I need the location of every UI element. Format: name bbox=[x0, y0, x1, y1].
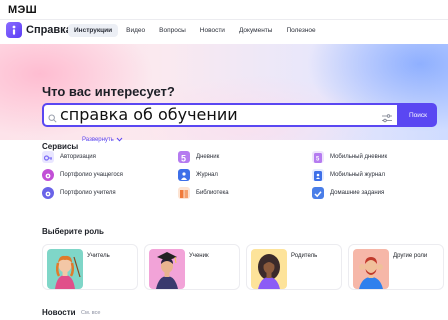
service-homework[interactable]: Домашние задания bbox=[312, 187, 384, 199]
role-label: Родитель bbox=[291, 253, 318, 259]
expand-services-link[interactable]: Развернуть bbox=[82, 137, 123, 143]
homework-icon bbox=[312, 187, 324, 199]
news-title: Новости bbox=[42, 308, 76, 317]
diary-5-icon: 5 bbox=[178, 151, 190, 164]
service-teacher-portfolio[interactable]: Портфолио учителя bbox=[42, 187, 116, 199]
roles-title: Выберите роль bbox=[42, 227, 104, 236]
brand-logo-text[interactable]: МЭШ bbox=[8, 4, 37, 16]
search-icon bbox=[48, 110, 57, 128]
search-input[interactable] bbox=[60, 105, 360, 125]
service-diary[interactable]: 5 Дневник bbox=[178, 151, 220, 164]
service-authorization[interactable]: Авторизация bbox=[42, 151, 96, 163]
service-label: Авторизация bbox=[60, 154, 96, 160]
service-label: Мобильный журнал bbox=[330, 172, 385, 178]
service-label: Мобильный дневник bbox=[330, 154, 388, 160]
library-icon bbox=[178, 187, 190, 199]
mobile-journal-icon bbox=[312, 169, 324, 181]
role-label: Другие роли bbox=[393, 253, 428, 259]
role-card-parent[interactable]: Родитель bbox=[246, 244, 342, 290]
journal-icon bbox=[178, 169, 190, 181]
other-roles-illustration bbox=[353, 249, 389, 289]
service-library[interactable]: Библиотека bbox=[178, 187, 229, 199]
header-nav-bar: Справка Инструкции Видео Вопросы Новости… bbox=[0, 20, 448, 44]
parent-illustration bbox=[251, 249, 287, 289]
search-button[interactable]: Поиск bbox=[399, 103, 437, 127]
news-see-all-link[interactable]: См. все bbox=[81, 310, 100, 316]
service-mobile-diary[interactable]: 5 Мобильный дневник bbox=[312, 151, 387, 163]
expand-label: Развернуть bbox=[82, 137, 114, 144]
search-box bbox=[42, 103, 399, 127]
hero-title: Что вас интересует? bbox=[42, 84, 175, 99]
app-title[interactable]: Справка bbox=[26, 24, 72, 36]
role-label: Учитель bbox=[87, 253, 110, 259]
key-icon bbox=[42, 151, 54, 163]
service-label: Журнал bbox=[196, 172, 218, 178]
service-label: Портфолио учителя bbox=[60, 190, 116, 196]
role-label: Ученик bbox=[189, 253, 209, 259]
service-label: Портфолио учащегося bbox=[60, 172, 123, 178]
chevron-down-icon bbox=[116, 137, 123, 142]
svg-text:5: 5 bbox=[181, 154, 186, 164]
filter-settings-icon[interactable] bbox=[382, 110, 392, 128]
tab-useful[interactable]: Полезное bbox=[280, 24, 321, 37]
main-nav-tabs: Инструкции Видео Вопросы Новости Докумен… bbox=[68, 24, 322, 37]
service-label: Библиотека bbox=[196, 190, 229, 196]
role-card-other[interactable]: Другие роли bbox=[348, 244, 444, 290]
services-title: Сервисы bbox=[42, 142, 79, 151]
tab-news[interactable]: Новости bbox=[194, 24, 231, 37]
tab-documents[interactable]: Документы bbox=[233, 24, 279, 37]
role-card-teacher[interactable]: Учитель bbox=[42, 244, 138, 290]
student-illustration bbox=[149, 249, 185, 289]
tab-questions[interactable]: Вопросы bbox=[153, 24, 192, 37]
tab-video[interactable]: Видео bbox=[120, 24, 151, 37]
service-label: Дневник bbox=[196, 154, 220, 160]
service-student-portfolio[interactable]: Портфолио учащегося bbox=[42, 169, 123, 181]
student-portfolio-icon bbox=[42, 169, 54, 181]
service-label: Домашние задания bbox=[330, 190, 385, 196]
mobile-diary-icon: 5 bbox=[312, 151, 324, 163]
teacher-illustration bbox=[47, 249, 83, 289]
help-logo-icon[interactable] bbox=[6, 22, 22, 38]
top-brand-bar: МЭШ bbox=[0, 0, 448, 20]
teacher-portfolio-icon bbox=[42, 187, 54, 199]
service-journal[interactable]: Журнал bbox=[178, 169, 218, 181]
service-mobile-journal[interactable]: Мобильный журнал bbox=[312, 169, 385, 181]
role-card-student[interactable]: Ученик bbox=[144, 244, 240, 290]
tab-instructions[interactable]: Инструкции bbox=[68, 24, 119, 37]
